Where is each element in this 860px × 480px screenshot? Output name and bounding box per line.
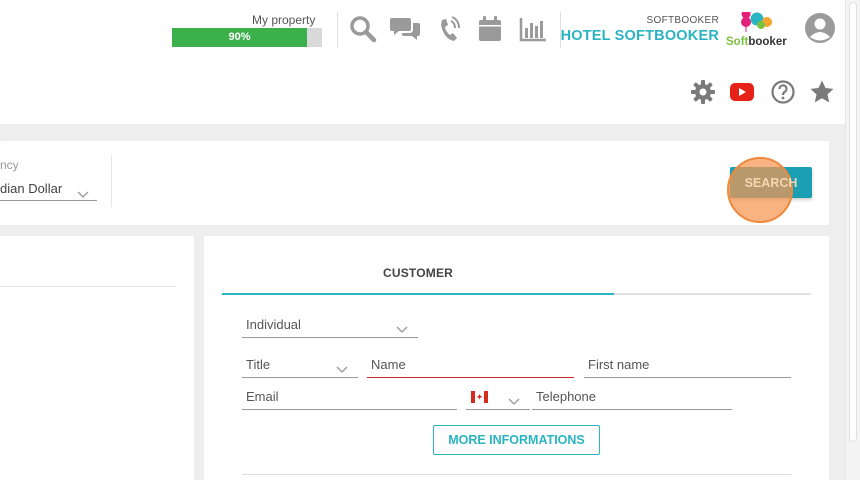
email-field[interactable]: Email xyxy=(242,386,457,410)
currency-select[interactable]: dian Dollar xyxy=(0,177,97,201)
tab-customer[interactable]: CUSTOMER xyxy=(222,266,614,280)
chat-icon[interactable] xyxy=(389,12,423,46)
user-avatar-icon[interactable] xyxy=(804,12,836,44)
search-panel xyxy=(0,141,829,225)
chevron-down-icon xyxy=(508,391,520,413)
chevron-down-icon xyxy=(396,319,408,341)
youtube-icon[interactable] xyxy=(729,79,755,105)
first-name-placeholder: First name xyxy=(588,357,650,372)
phone-icon[interactable] xyxy=(435,12,461,46)
first-name-field[interactable]: First name xyxy=(584,354,791,378)
chart-icon[interactable] xyxy=(518,12,548,46)
title-select[interactable]: Title xyxy=(242,354,358,378)
property-progress-bar: 90% xyxy=(172,28,322,47)
currency-label: ncy xyxy=(0,158,19,172)
title-placeholder: Title xyxy=(246,357,271,372)
header-divider xyxy=(337,12,338,48)
customer-type-value: Individual xyxy=(246,317,301,332)
currency-value: dian Dollar xyxy=(0,181,63,196)
search-icon[interactable] xyxy=(348,12,378,46)
more-informations-button[interactable]: MORE INFORMATIONS xyxy=(433,425,600,455)
hotel-group-label: SOFTBOOKER xyxy=(646,15,719,26)
name-placeholder: Name xyxy=(371,357,406,372)
gear-icon[interactable] xyxy=(690,79,716,105)
softbooker-logo: Softbooker xyxy=(726,12,790,48)
chevron-down-icon xyxy=(77,183,89,207)
left-panel-divider xyxy=(0,286,176,287)
help-icon[interactable] xyxy=(770,79,796,105)
left-panel xyxy=(0,236,194,480)
calendar-icon[interactable] xyxy=(477,12,503,46)
search-button[interactable] xyxy=(730,167,812,198)
scrollbar[interactable] xyxy=(845,0,860,480)
secondary-toolbar xyxy=(0,60,845,124)
customer-type-select[interactable]: Individual xyxy=(242,314,418,338)
telephone-field[interactable]: Telephone xyxy=(532,386,732,410)
tab-active-indicator xyxy=(222,293,614,295)
search-divider xyxy=(111,155,112,207)
canada-flag-icon: ✦ xyxy=(471,391,488,403)
telephone-placeholder: Telephone xyxy=(536,389,596,404)
progress-fill: 90% xyxy=(172,28,307,47)
hotel-name[interactable]: HOTEL SOFTBOOKER xyxy=(560,28,719,44)
chevron-down-icon xyxy=(336,359,348,381)
name-field[interactable]: Name xyxy=(367,354,574,378)
star-icon[interactable] xyxy=(809,79,835,105)
logo-wordmark: Softbooker xyxy=(726,36,787,48)
property-label: My property xyxy=(252,13,316,27)
section-divider xyxy=(242,474,791,475)
email-placeholder: Email xyxy=(246,389,279,404)
scrollbar-thumb[interactable] xyxy=(849,2,857,442)
